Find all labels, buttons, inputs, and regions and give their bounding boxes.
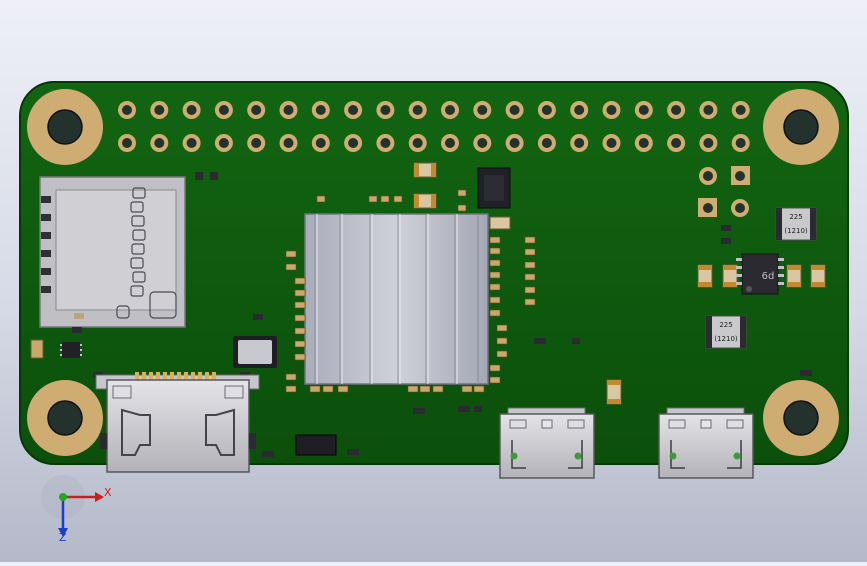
soc-heatsink (304, 213, 489, 385)
gpio-pin-hole (574, 105, 585, 115)
camera-connector-chip (233, 336, 277, 368)
mounting-hole-bottom-left (27, 380, 103, 456)
gpio-pin-hole (315, 138, 326, 148)
gpio-pin-hole (445, 105, 455, 115)
gpio-pin-hole (186, 138, 197, 148)
gpio-pin-hole (412, 138, 423, 148)
cad-viewport: 225 (1210) 225 (1210) 6d X Z (0, 0, 867, 562)
diode (295, 434, 337, 456)
gpio-pin-hole (348, 105, 359, 115)
gpio-pin-hole (348, 138, 359, 148)
gpio-pin-hole (671, 105, 682, 115)
mounting-hole-bottom-right (763, 380, 839, 456)
gpio-pin-hole (703, 138, 714, 148)
gpio-pin-hole (703, 105, 714, 115)
gpio-pin-hole (315, 105, 326, 115)
gpio-pin-hole (380, 105, 391, 115)
mounting-hole-top-right (763, 89, 839, 165)
gpio-pin-hole (735, 138, 746, 148)
inductor-bottom-size: (1210) (714, 335, 738, 343)
gpio-pin-hole (735, 105, 746, 115)
gpio-pin-hole (509, 105, 520, 115)
gpio-pin-hole (380, 138, 391, 148)
gpio-pin-hole (606, 138, 617, 148)
gpio-pin-hole (122, 138, 132, 148)
gpio-pin-hole (218, 138, 229, 148)
inductor-top-size: (1210) (784, 227, 808, 235)
gpio-pin-hole (122, 105, 132, 115)
gpio-pin-hole (477, 138, 488, 148)
mini-hdmi-connector (95, 372, 260, 473)
inductor-bottom: 225 (1210) (705, 315, 747, 349)
gpio-pin-hole (218, 105, 229, 115)
gpio-pin-hole (154, 105, 165, 115)
inductor-bottom-value: 225 (719, 321, 732, 329)
gpio-pin-hole (606, 105, 617, 115)
inductor-top-value: 225 (789, 213, 802, 221)
gpio-pin-hole (541, 138, 552, 148)
gpio-pin-hole (283, 105, 294, 115)
inductor-top: 225 (1210) (775, 207, 817, 241)
crystal-ic (477, 167, 511, 209)
gpio-pin-hole (186, 105, 197, 115)
gpio-pin-hole (283, 138, 294, 148)
gpio-pin-hole (541, 105, 552, 115)
x-axis-label: X (104, 486, 112, 499)
gpio-pin-hole (412, 105, 423, 115)
z-axis-label: Z (59, 531, 67, 544)
micro-usb-connector-left (499, 407, 595, 479)
gpio-pin-hole (638, 138, 649, 148)
small-ic-left (60, 342, 82, 358)
gpio-pin-hole (445, 138, 455, 148)
gpio-pin-hole (251, 138, 262, 148)
gpio-pin-hole (574, 138, 585, 148)
gpio-pin-hole (154, 138, 165, 148)
regulator-marking: 6d (762, 271, 775, 282)
mounting-hole-top-left (27, 89, 103, 165)
gpio-pin-hole (671, 138, 682, 148)
microsd-slot (39, 176, 186, 328)
regulator-ic: 6d (736, 253, 784, 295)
micro-usb-connector-right (658, 407, 754, 479)
gpio-pin-hole (509, 138, 520, 148)
gpio-pin-hole (477, 105, 488, 115)
gpio-pin-hole (251, 105, 262, 115)
coordinate-triad: X Z (41, 475, 112, 544)
gpio-pin-hole (638, 105, 649, 115)
